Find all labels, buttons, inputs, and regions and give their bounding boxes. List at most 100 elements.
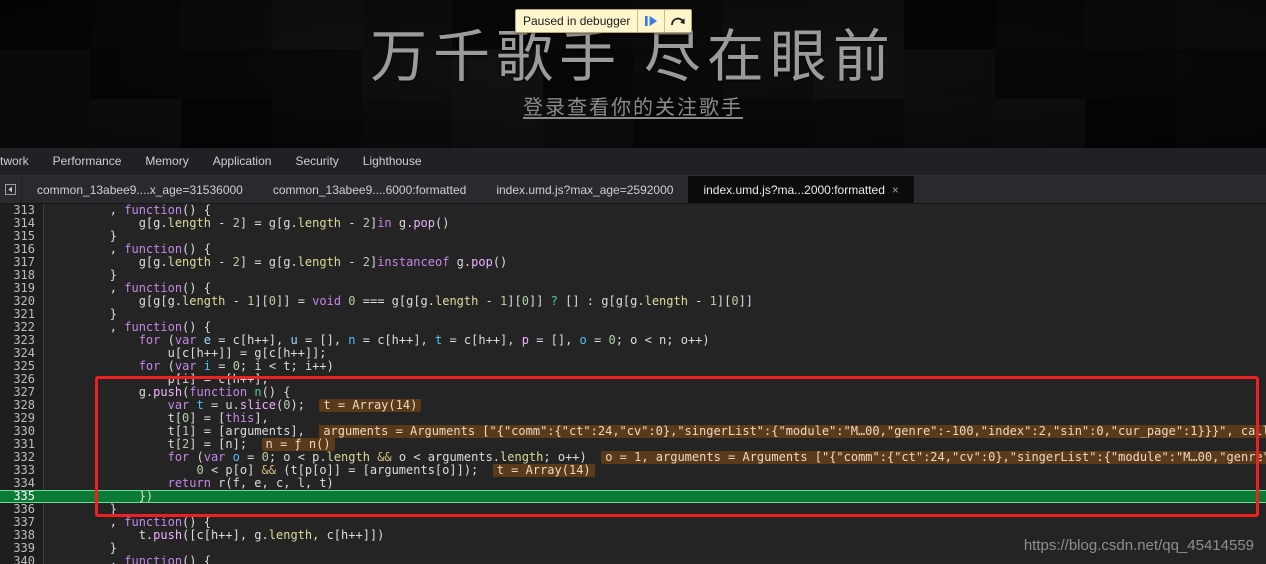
tab-lighthouse[interactable]: Lighthouse: [351, 148, 434, 175]
code-line[interactable]: 317 g[g.length - 2] = g[g.length - 2]ins…: [0, 256, 1266, 269]
code-token: () {: [182, 204, 211, 217]
code-line[interactable]: 329 t[0] = [this],: [0, 412, 1266, 425]
code-line-source: var t = u.slice(0); t = Array(14): [44, 399, 1266, 412]
code-token: t[: [52, 412, 183, 425]
code-line[interactable]: 335 }): [0, 490, 1266, 503]
code-token: &&: [261, 464, 276, 477]
code-line[interactable]: 340 , function() {: [0, 555, 1266, 564]
file-tab-common-max-age[interactable]: common_13abee9....x_age=31536000: [22, 176, 258, 203]
code-token: g[g[g.: [391, 295, 435, 308]
code-line[interactable]: 322 , function() {: [0, 321, 1266, 334]
code-token: instanceof: [377, 256, 450, 269]
code-line[interactable]: 324 u[c[h++]] = g[c[h++]];: [0, 347, 1266, 360]
code-token: g[g.: [52, 217, 168, 230]
code-line[interactable]: 320 g[g[g.length - 1][0]] = void 0 === g…: [0, 295, 1266, 308]
code-token: -: [478, 295, 501, 308]
code-token: ][: [507, 295, 522, 308]
code-token: ]]: [528, 295, 551, 308]
code-token: ===: [355, 295, 392, 308]
source-code-viewer[interactable]: 313 , function() {314 g[g.length - 2] = …: [0, 204, 1266, 564]
code-token: ?: [550, 295, 558, 308]
code-token: length: [500, 451, 544, 464]
hero-subtitle-link[interactable]: 登录查看你的关注歌手: [523, 91, 743, 120]
file-tab-index-umd-formatted[interactable]: index.umd.js?ma...2000:formatted ×: [688, 176, 914, 203]
code-line-source: , function() {: [44, 204, 1266, 217]
code-token: pop: [413, 217, 436, 230]
code-line[interactable]: 337 , function() {: [0, 516, 1266, 529]
inline-debug-value: n = ƒ n(): [261, 438, 335, 451]
code-token: for: [138, 334, 161, 347]
scroll-tabs-left-icon[interactable]: [0, 176, 22, 203]
code-token: t[: [52, 425, 183, 438]
file-tab-index-umd[interactable]: index.umd.js?max_age=2592000: [481, 176, 689, 203]
code-token: function: [124, 204, 183, 217]
code-line[interactable]: 314 g[g.length - 2] = g[g.length - 2]in …: [0, 217, 1266, 230]
line-number[interactable]: 335: [0, 490, 44, 503]
code-token: ([c[h++], g.: [182, 529, 269, 542]
code-line[interactable]: 313 , function() {: [0, 204, 1266, 217]
code-line[interactable]: 334 return r(f, e, c, l, t): [0, 477, 1266, 490]
tab-network[interactable]: twork: [0, 148, 41, 175]
code-token: 0: [608, 334, 616, 347]
code-token: t[: [52, 438, 183, 451]
tab-memory[interactable]: Memory: [133, 148, 200, 175]
code-line[interactable]: 331 t[2] = [n]; n = ƒ n(): [0, 438, 1266, 451]
code-token: length: [182, 295, 226, 308]
tab-performance[interactable]: Performance: [41, 148, 134, 175]
code-line[interactable]: 321 }: [0, 308, 1266, 321]
code-line[interactable]: 316 , function() {: [0, 243, 1266, 256]
code-token: -: [210, 256, 233, 269]
code-token: length: [297, 217, 342, 230]
code-line[interactable]: 323 for (var e = c[h++], u = [], n = c[h…: [0, 334, 1266, 347]
code-line[interactable]: 319 , function() {: [0, 282, 1266, 295]
code-token: () {: [182, 282, 211, 295]
code-line[interactable]: 336 }: [0, 503, 1266, 516]
resume-script-icon[interactable]: [637, 10, 664, 32]
code-line[interactable]: 330 t[1] = [arguments], arguments = Argu…: [0, 425, 1266, 438]
code-token: () {: [182, 321, 211, 334]
code-line[interactable]: 332 for (var o = 0; o < p.length && o < …: [0, 451, 1266, 464]
code-token: function: [124, 516, 183, 529]
code-token: 1: [709, 295, 717, 308]
code-token: -: [210, 217, 233, 230]
code-token: }: [52, 269, 118, 282]
tab-application[interactable]: Application: [201, 148, 284, 175]
code-token: p: [521, 334, 529, 347]
inline-debug-value: arguments = Arguments ["{"comm":{"ct":24…: [319, 425, 1266, 438]
code-token: length: [326, 451, 370, 464]
tab-security[interactable]: Security: [283, 148, 350, 175]
code-token: g.: [449, 256, 472, 269]
code-token: ; o < p.: [268, 451, 327, 464]
code-token: r(f, e, c, l, t): [210, 477, 334, 490]
code-line[interactable]: 327 g.push(function n() {: [0, 386, 1266, 399]
browser-window: 万千歌手 尽在眼前 登录查看你的关注歌手 Paused in debugger …: [0, 0, 1266, 564]
step-over-icon[interactable]: [664, 10, 691, 32]
code-line[interactable]: 315 }: [0, 230, 1266, 243]
paused-in-debugger-banner: Paused in debugger: [515, 9, 693, 33]
close-icon[interactable]: ×: [892, 184, 899, 196]
code-line-source: , function() {: [44, 516, 1266, 529]
code-token: -: [341, 217, 363, 230]
code-line[interactable]: 326 p[i] = c[h++];: [0, 373, 1266, 386]
code-token: this: [225, 412, 255, 425]
code-token: ][: [254, 295, 269, 308]
code-token: t: [196, 399, 204, 412]
code-token: ,: [52, 204, 125, 217]
code-line[interactable]: 328 var t = u.slice(0); t = Array(14): [0, 399, 1266, 412]
file-tab-common-formatted[interactable]: common_13abee9....6000:formatted: [257, 176, 482, 203]
code-token: length: [268, 529, 313, 542]
code-token: ][: [716, 295, 732, 308]
code-line-source: return r(f, e, c, l, t): [44, 477, 1266, 490]
code-line[interactable]: 318 }: [0, 269, 1266, 282]
code-line[interactable]: 333 0 < p[o] && (t[p[o]] = [arguments[o]…: [0, 464, 1266, 477]
code-token: 0: [731, 295, 739, 308]
code-token: ] = [arguments],: [189, 425, 305, 438]
code-token: }): [52, 490, 154, 503]
code-line-source: for (var i = 0; i < t; i++): [44, 360, 1266, 373]
code-line[interactable]: 325 for (var i = 0; i < t; i++): [0, 360, 1266, 373]
line-number[interactable]: 340: [0, 555, 44, 564]
